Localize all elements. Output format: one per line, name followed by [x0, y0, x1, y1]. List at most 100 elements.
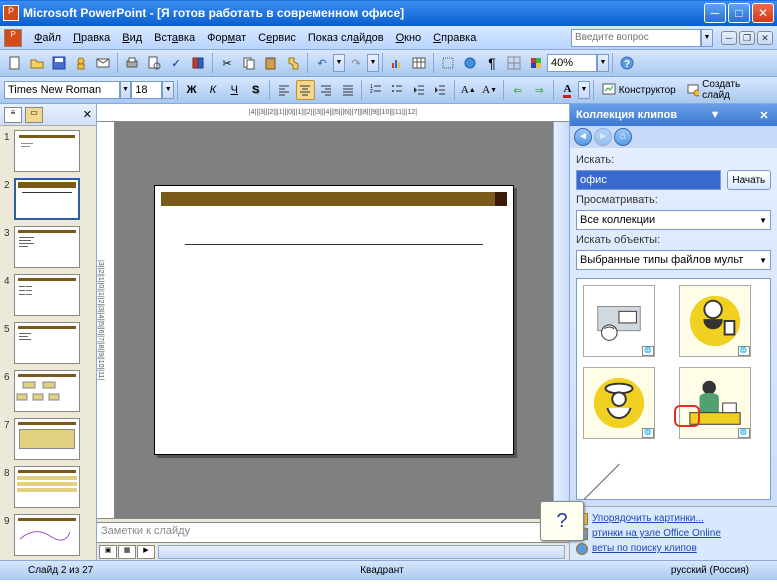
slide-thumb-2[interactable]: 2	[4, 178, 92, 220]
bullets-button[interactable]	[388, 80, 407, 100]
new-button[interactable]	[5, 53, 25, 73]
menu-slideshow[interactable]: Показ слайдов	[302, 30, 390, 46]
decrease-indent-button[interactable]	[409, 80, 428, 100]
zoom-select[interactable]: 40%	[547, 54, 597, 72]
slide-thumb-5[interactable]: 5▬▬▬▬▬▬▬▬▬▬▬	[4, 322, 92, 364]
font-size-select[interactable]: 18	[131, 81, 162, 99]
close-button[interactable]: ✕	[752, 3, 774, 23]
align-right-button[interactable]	[317, 80, 336, 100]
increase-font-button[interactable]: A▲	[459, 80, 478, 100]
increase-indent-button[interactable]	[430, 80, 449, 100]
horizontal-ruler[interactable]: |4|||3|||2|||1|||0|||1|||2|||3|||4|||5||…	[97, 104, 569, 122]
tables-borders-button[interactable]	[438, 53, 458, 73]
nav-forward-button[interactable]: ►	[594, 128, 612, 146]
taskpane-menu-icon[interactable]: ▼	[710, 109, 721, 121]
menu-tools[interactable]: Сервис	[252, 30, 302, 46]
underline-button[interactable]: Ч	[225, 80, 244, 100]
insert-table-button[interactable]	[409, 53, 429, 73]
slideshow-view-button[interactable]: ▶	[137, 545, 155, 559]
search-input[interactable]	[576, 170, 721, 190]
normal-view-button[interactable]: ▣	[99, 545, 117, 559]
current-slide[interactable]	[154, 185, 514, 455]
italic-button[interactable]: К	[203, 80, 222, 100]
slide-thumb-3[interactable]: 3▬▬▬▬▬▬▬▬▬▬▬▬▬▬▬▬▬	[4, 226, 92, 268]
slide-canvas[interactable]	[115, 122, 553, 518]
insert-hyperlink-button[interactable]	[460, 53, 480, 73]
tips-link[interactable]: веты по поиску клипов	[592, 541, 697, 556]
print-preview-button[interactable]	[144, 53, 164, 73]
search-go-button[interactable]: Начать	[727, 170, 771, 190]
numbering-button[interactable]: 12	[366, 80, 385, 100]
taskpane-close-icon[interactable]: ✕	[757, 109, 771, 122]
menu-edit[interactable]: Правка	[67, 30, 116, 46]
copy-button[interactable]	[239, 53, 259, 73]
email-button[interactable]	[93, 53, 113, 73]
outline-tab-icon[interactable]: ≡	[4, 107, 22, 123]
align-left-button[interactable]	[274, 80, 293, 100]
browse-combo[interactable]: Все коллекции▼	[576, 210, 771, 230]
slide-design-button[interactable]: Конструктор	[597, 80, 681, 100]
font-color-button[interactable]: A	[558, 80, 577, 100]
align-center-button[interactable]	[296, 80, 315, 100]
clip-result-3[interactable]: 🌐	[583, 367, 655, 439]
menu-view[interactable]: Вид	[116, 30, 148, 46]
new-slide-button[interactable]: Создать слайд	[681, 80, 773, 100]
menu-help[interactable]: Справка	[427, 30, 482, 46]
save-button[interactable]	[49, 53, 69, 73]
menu-file[interactable]: Файл	[28, 30, 67, 46]
demote-button[interactable]: ⇒	[530, 80, 549, 100]
clip-result-2[interactable]: 🌐	[679, 285, 751, 357]
undo-dropdown[interactable]: ▼	[333, 54, 345, 72]
font-size-dropdown[interactable]: ▼	[162, 81, 174, 99]
paste-button[interactable]	[261, 53, 281, 73]
expand-all-button[interactable]: ¶	[482, 53, 502, 73]
panel-close-icon[interactable]: ✕	[83, 108, 92, 121]
sorter-view-button[interactable]: ▦	[118, 545, 136, 559]
types-combo[interactable]: Выбранные типы файлов мульт▼	[576, 250, 771, 270]
slide-thumb-1[interactable]: 1▬▬▬▬▬▬▬	[4, 130, 92, 172]
bold-button[interactable]: Ж	[182, 80, 201, 100]
zoom-dropdown[interactable]: ▼	[597, 54, 609, 72]
clip-result-1[interactable]: 🌐	[583, 285, 655, 357]
print-button[interactable]	[122, 53, 142, 73]
redo-dropdown[interactable]: ▼	[367, 54, 379, 72]
online-link[interactable]: ртинки на узле Office Online	[592, 526, 721, 541]
clip-result-4[interactable]: 🌐	[679, 367, 751, 439]
spellcheck-button[interactable]: ✓	[166, 53, 186, 73]
help-button[interactable]: ?	[617, 53, 637, 73]
color-button[interactable]	[526, 53, 546, 73]
redo-button[interactable]: ↷	[346, 53, 366, 73]
cut-button[interactable]: ✂	[217, 53, 237, 73]
nav-home-button[interactable]: ⌂	[614, 128, 632, 146]
notes-pane[interactable]: Заметки к слайду	[97, 522, 569, 542]
slide-thumb-4[interactable]: 4▬▬ ▬▬▬▬ ▬▬▬▬ ▬▬	[4, 274, 92, 316]
format-painter-button[interactable]	[283, 53, 303, 73]
nav-back-button[interactable]: ◄	[574, 128, 592, 146]
menu-insert[interactable]: Вставка	[148, 30, 201, 46]
decrease-font-button[interactable]: A▼	[480, 80, 499, 100]
font-dropdown[interactable]: ▼	[120, 81, 132, 99]
menu-window[interactable]: Окно	[390, 30, 428, 46]
doc-minimize-button[interactable]: ─	[721, 31, 737, 45]
show-grid-button[interactable]	[504, 53, 524, 73]
shadow-button[interactable]: S	[246, 80, 265, 100]
vertical-scrollbar[interactable]	[553, 122, 569, 518]
slide-thumb-8[interactable]: 8	[4, 466, 92, 508]
help-callout[interactable]: ?	[540, 501, 584, 541]
doc-restore-button[interactable]: ❐	[739, 31, 755, 45]
doc-close-button[interactable]: ✕	[757, 31, 773, 45]
app-menu-icon[interactable]: P	[4, 29, 22, 47]
maximize-button[interactable]: □	[728, 3, 750, 23]
menu-format[interactable]: Формат	[201, 30, 252, 46]
ask-dropdown[interactable]: ▼	[701, 29, 713, 47]
slide-thumb-9[interactable]: 9	[4, 514, 92, 556]
organize-link[interactable]: Упорядочить картинки...	[592, 511, 704, 526]
horizontal-scrollbar[interactable]	[158, 545, 565, 559]
font-color-dropdown[interactable]: ▼	[578, 81, 590, 99]
font-select[interactable]: Times New Roman	[4, 81, 120, 99]
minimize-button[interactable]: ─	[704, 3, 726, 23]
promote-button[interactable]: ⇐	[508, 80, 527, 100]
research-button[interactable]	[188, 53, 208, 73]
status-language[interactable]: русский (Россия)	[651, 565, 769, 576]
slides-tab-icon[interactable]: ▭	[25, 107, 43, 123]
